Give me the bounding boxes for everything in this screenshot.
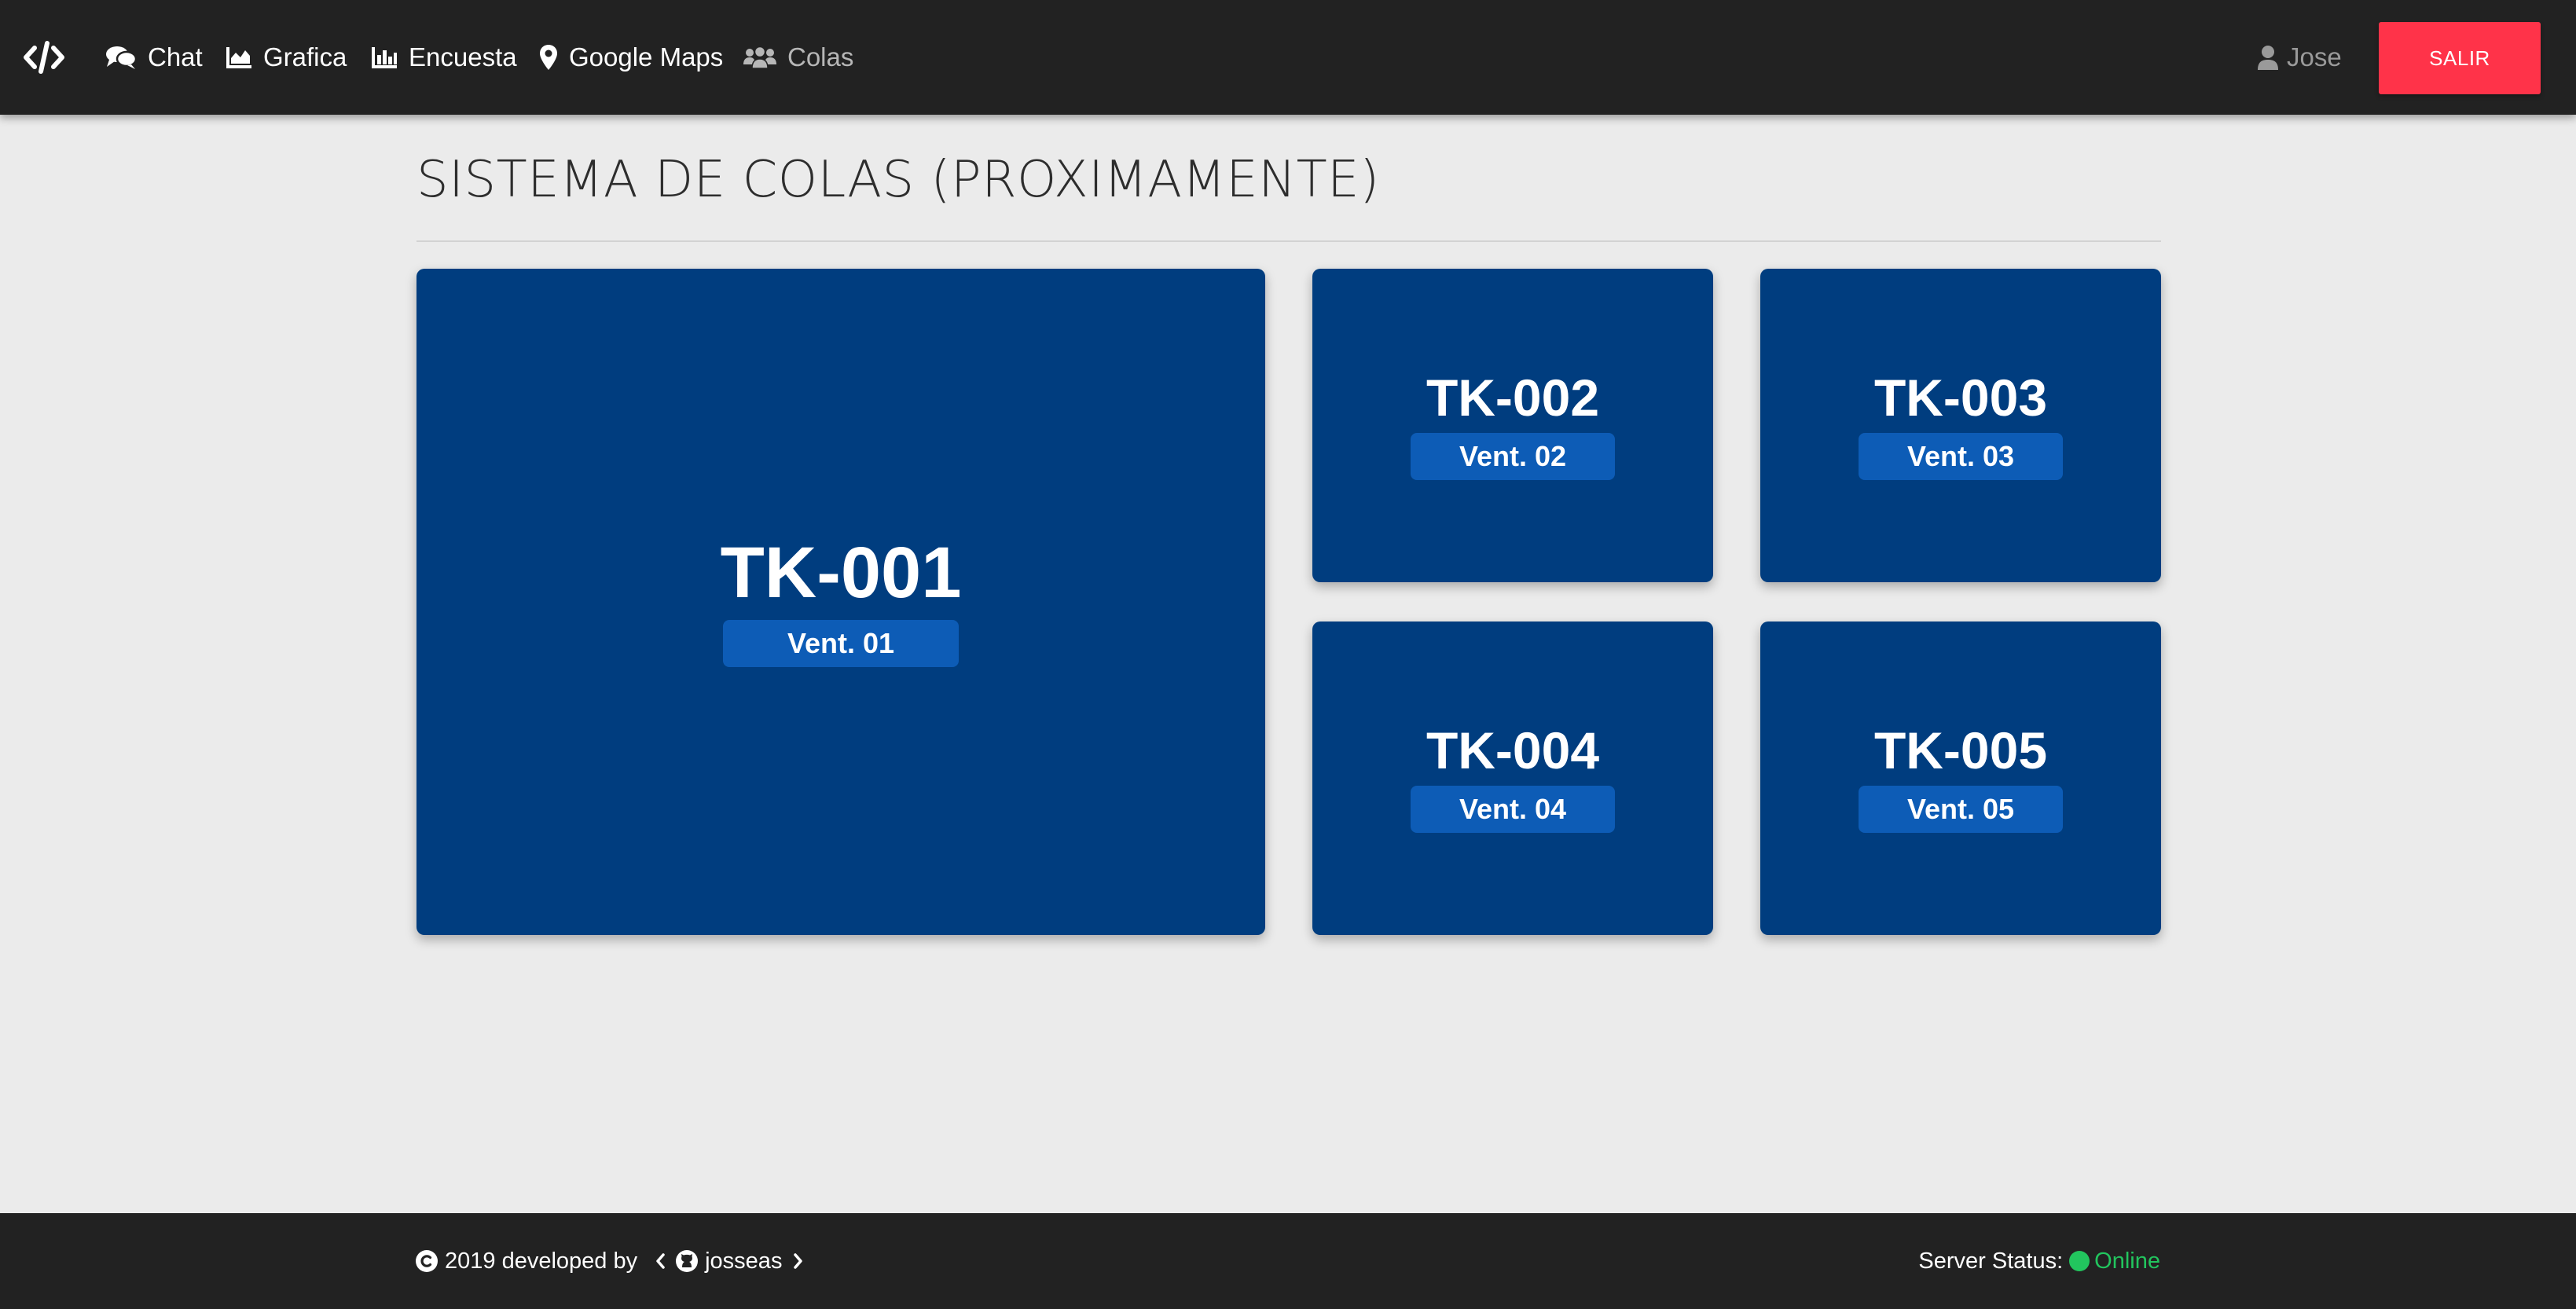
- ticket-code: TK-001: [720, 533, 962, 613]
- nav-item-label: Grafica: [263, 42, 347, 72]
- nav-item-label: Chat: [148, 42, 203, 72]
- copyright-icon: [415, 1249, 439, 1273]
- code-icon[interactable]: [22, 36, 66, 79]
- ticket-window-badge: Vent. 04: [1411, 785, 1615, 833]
- comments-icon: [105, 45, 137, 70]
- server-status-label: Server Status:: [1918, 1248, 2064, 1274]
- logout-button[interactable]: SALIR: [2379, 22, 2541, 94]
- github-author-name: josseas: [705, 1248, 783, 1274]
- github-author-link[interactable]: josseas: [655, 1248, 804, 1274]
- nav-item-google-maps[interactable]: Google Maps: [539, 35, 723, 80]
- ticket-card: TK-003 Vent. 03: [1760, 269, 2161, 582]
- nav-item-grafica[interactable]: Grafica: [226, 35, 347, 80]
- title-divider: [416, 240, 2161, 242]
- ticket-code: TK-002: [1426, 368, 1600, 427]
- ticket-card: TK-002 Vent. 02: [1312, 269, 1713, 582]
- page-title: SISTEMA DE COLAS (PROXIMAMENTE): [416, 151, 1380, 209]
- ticket-window-badge: Vent. 05: [1859, 785, 2063, 833]
- server-status: Server Status: Online: [1918, 1241, 2160, 1281]
- user-menu[interactable]: Jose: [2257, 35, 2342, 80]
- ticket-card-main: TK-001 Vent. 01: [416, 269, 1265, 935]
- nav-item-chat[interactable]: Chat: [105, 35, 203, 80]
- ticket-code: TK-004: [1426, 720, 1600, 779]
- footer-credits: 2019 developed by josseas: [415, 1241, 804, 1281]
- footer: 2019 developed by josseas Server Status:…: [0, 1213, 2576, 1309]
- nav-item-label: Google Maps: [569, 42, 724, 72]
- nav-item-encuesta[interactable]: Encuesta: [371, 35, 517, 80]
- navbar: Chat Grafica Encuesta Google Maps Colas …: [0, 0, 2576, 115]
- github-icon: [675, 1249, 699, 1273]
- status-dot-icon: [2069, 1251, 2090, 1271]
- user-name: Jose: [2287, 42, 2342, 72]
- nav-item-label: Encuesta: [409, 42, 517, 72]
- chevron-right-icon: [793, 1252, 804, 1270]
- ticket-card: TK-005 Vent. 05: [1760, 622, 2161, 935]
- ticket-card: TK-004 Vent. 04: [1312, 622, 1713, 935]
- users-icon: [743, 46, 776, 69]
- ticket-code: TK-005: [1873, 720, 2048, 779]
- ticket-window-badge: Vent. 03: [1859, 432, 2063, 480]
- area-chart-icon: [226, 46, 252, 69]
- map-marker-icon: [539, 44, 558, 71]
- chevron-left-icon: [655, 1252, 666, 1270]
- ticket-window-badge: Vent. 01: [723, 620, 959, 667]
- server-status-value: Online: [2094, 1248, 2160, 1274]
- ticket-code: TK-003: [1873, 368, 2048, 427]
- ticket-window-badge: Vent. 02: [1411, 432, 1615, 480]
- nav-item-label: Colas: [787, 42, 854, 72]
- user-icon: [2257, 45, 2279, 70]
- nav-item-colas[interactable]: Colas: [743, 35, 853, 80]
- copyright-text: 2019 developed by: [445, 1248, 638, 1274]
- bar-chart-icon: [371, 46, 398, 69]
